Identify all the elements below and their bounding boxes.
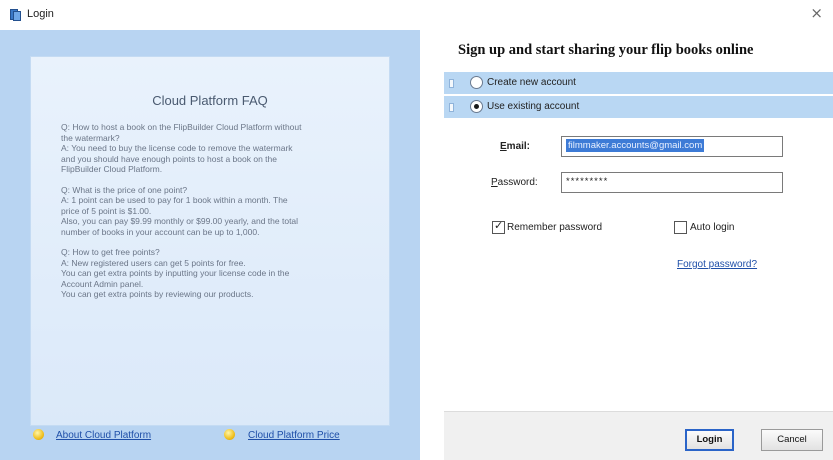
auto-login-checkbox[interactable] xyxy=(674,221,687,234)
faq-line: Account Admin panel. xyxy=(61,278,144,289)
row-indicator-icon xyxy=(449,103,454,112)
email-value: filmmaker.accounts@gmail.com xyxy=(566,139,705,152)
faq-line: You can get extra points by reviewing ou… xyxy=(61,289,254,299)
email-field[interactable]: filmmaker.accounts@gmail.com xyxy=(561,136,783,157)
app-icon xyxy=(10,9,21,21)
checkmark-icon: ✓ xyxy=(494,219,504,232)
faq-list: Q: How to host a book on the FlipBuilder… xyxy=(61,122,381,310)
use-existing-account-radio[interactable] xyxy=(470,100,483,113)
faq-item: Q: What is the price of one point? A: 1 … xyxy=(61,185,381,238)
auto-login-label[interactable]: Auto login xyxy=(690,222,734,233)
faq-item: Q: How to host a book on the FlipBuilder… xyxy=(61,122,381,175)
remember-password-label[interactable]: Remember password xyxy=(507,222,602,233)
row-indicator-icon xyxy=(449,79,454,88)
faq-footer: About Cloud Platform Cloud Platform Pric… xyxy=(0,416,420,460)
faq-line: price of 5 point is $1.00. xyxy=(61,205,152,216)
use-existing-account-option[interactable]: Use existing account xyxy=(444,96,833,118)
faq-box: Cloud Platform FAQ Q: How to host a book… xyxy=(30,56,390,426)
create-account-radio[interactable] xyxy=(470,76,483,89)
faq-line: Also, you can pay $9.99 monthly or $99.0… xyxy=(61,216,299,226)
faq-line: the watermark? xyxy=(61,132,120,143)
faq-line: A: 1 point can be used to pay for 1 book… xyxy=(61,195,288,205)
title-bar: Login × xyxy=(0,0,833,30)
login-panel: Sign up and start sharing your flip book… xyxy=(444,30,833,460)
faq-line: Q: How to host a book on the FlipBuilder… xyxy=(61,122,302,132)
close-icon[interactable]: × xyxy=(810,4,823,22)
cloud-platform-price-link[interactable]: Cloud Platform Price xyxy=(248,430,340,441)
password-label: Password: xyxy=(491,177,538,188)
button-bar: Login Cancel xyxy=(444,411,833,460)
faq-line: Q: How to get free points? xyxy=(61,247,160,257)
create-account-option[interactable]: Create new account xyxy=(444,72,833,94)
faq-title: Cloud Platform FAQ xyxy=(152,93,268,108)
lightbulb-icon xyxy=(33,429,44,440)
faq-line: number of books in your account can be u… xyxy=(61,226,260,237)
cancel-button[interactable]: Cancel xyxy=(761,429,823,451)
signup-header: Sign up and start sharing your flip book… xyxy=(458,42,754,58)
faq-line: Q: What is the price of one point? xyxy=(61,184,188,195)
faq-line: You can get extra points by inputting yo… xyxy=(61,268,290,278)
login-button[interactable]: Login xyxy=(685,429,734,451)
faq-line: A: You need to buy the license code to r… xyxy=(61,143,293,153)
use-existing-account-label[interactable]: Use existing account xyxy=(487,101,579,112)
create-account-label[interactable]: Create new account xyxy=(487,77,576,88)
faq-item: Q: How to get free points? A: New regist… xyxy=(61,247,381,300)
faq-line: and you should have enough points to hos… xyxy=(61,153,277,164)
faq-line: A: New registered users can get 5 points… xyxy=(61,257,246,268)
forgot-password-link[interactable]: Forgot password? xyxy=(677,259,757,270)
password-field[interactable]: ********* xyxy=(561,172,783,193)
about-cloud-platform-link[interactable]: About Cloud Platform xyxy=(56,430,151,441)
faq-line: FlipBuilder Cloud Platform. xyxy=(61,164,163,174)
window-title: Login xyxy=(27,8,54,20)
email-label: Email: xyxy=(500,141,531,152)
remember-password-checkbox[interactable]: ✓ xyxy=(492,219,505,234)
lightbulb-icon xyxy=(224,429,235,440)
faq-panel: Cloud Platform FAQ Q: How to host a book… xyxy=(0,30,420,460)
